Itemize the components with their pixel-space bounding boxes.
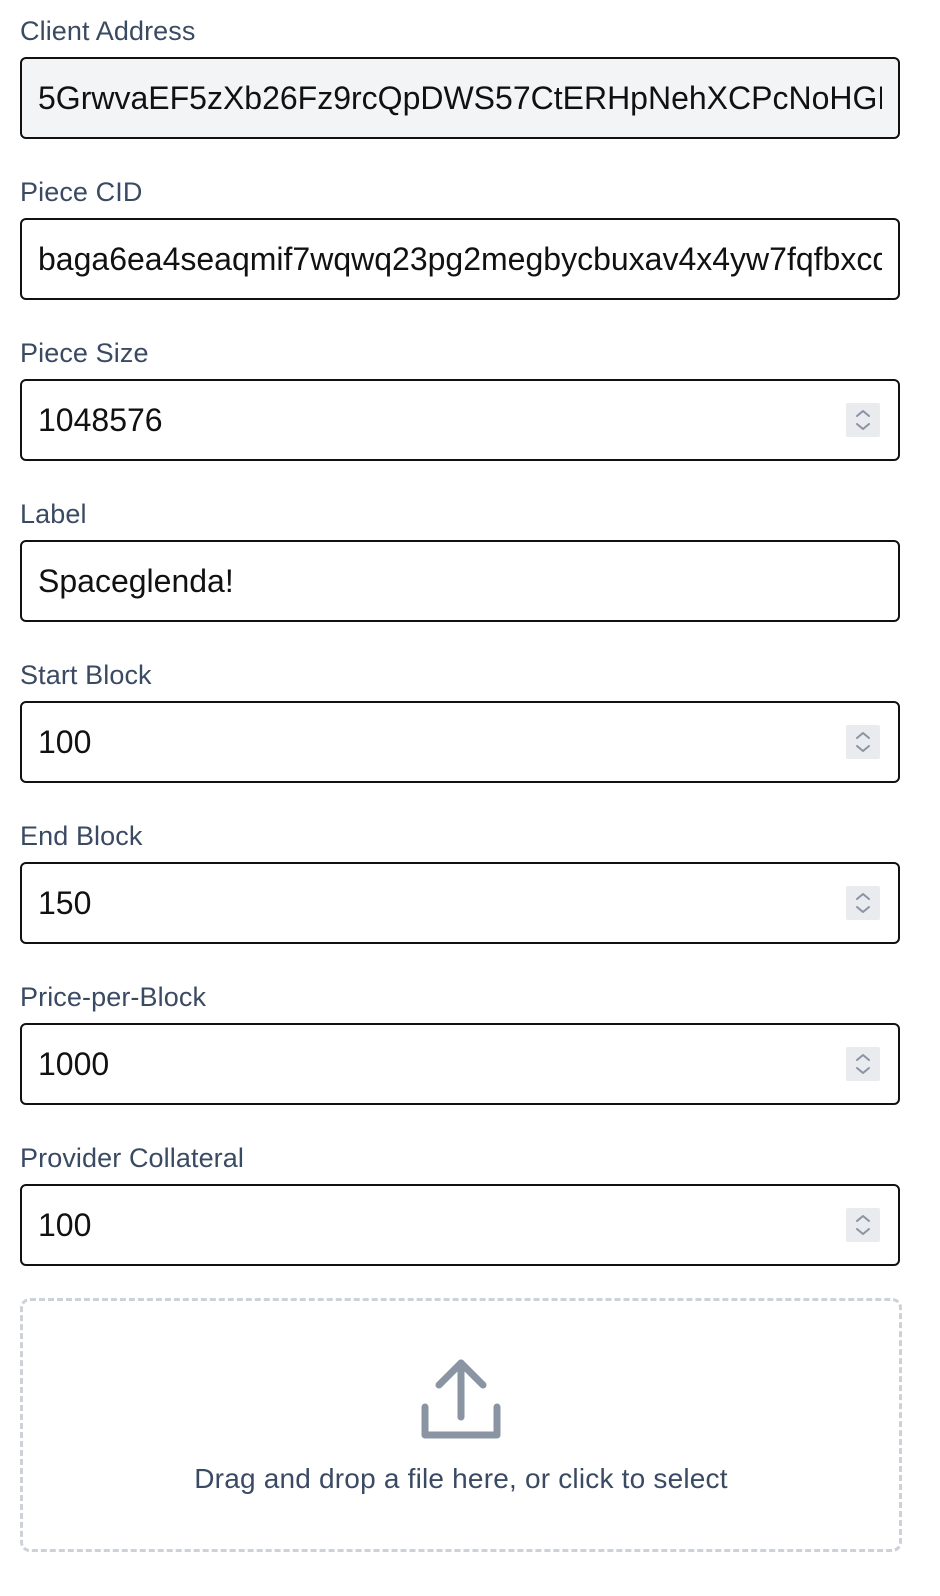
deal-form: Client Address Piece CID Piece Size Labe… xyxy=(0,0,940,1288)
file-dropzone[interactable]: Drag and drop a file here, or click to s… xyxy=(20,1298,902,1552)
chevron-up-down-icon xyxy=(856,1054,870,1074)
end-block-stepper[interactable] xyxy=(846,886,880,920)
client-address-label: Client Address xyxy=(20,16,196,46)
label-label: Label xyxy=(20,499,87,529)
client-address-box xyxy=(20,57,900,139)
chevron-up-down-icon xyxy=(856,410,870,430)
end-block-label: End Block xyxy=(20,821,143,851)
price-per-block-stepper[interactable] xyxy=(846,1047,880,1081)
chevron-up-down-icon xyxy=(856,732,870,752)
label-input[interactable] xyxy=(22,542,898,620)
provider-collateral-label: Provider Collateral xyxy=(20,1143,244,1173)
chevron-up-down-icon xyxy=(856,893,870,913)
provider-collateral-input[interactable] xyxy=(22,1186,898,1264)
piece-size-label: Piece Size xyxy=(20,338,149,368)
price-per-block-label: Price-per-Block xyxy=(20,982,207,1012)
piece-size-stepper[interactable] xyxy=(846,403,880,437)
client-address-input xyxy=(22,59,898,137)
label-box xyxy=(20,540,900,622)
upload-icon xyxy=(421,1359,501,1439)
start-block-stepper[interactable] xyxy=(846,725,880,759)
provider-collateral-stepper[interactable] xyxy=(846,1208,880,1242)
piece-size-input[interactable] xyxy=(22,381,898,459)
provider-collateral-box xyxy=(20,1184,900,1266)
provider-collateral-field: Provider Collateral xyxy=(20,1127,920,1288)
piece-size-box xyxy=(20,379,900,461)
chevron-up-down-icon xyxy=(856,1215,870,1235)
piece-cid-input[interactable] xyxy=(22,220,898,298)
end-block-field: End Block xyxy=(20,805,920,966)
dropzone-text: Drag and drop a file here, or click to s… xyxy=(194,1463,728,1494)
end-block-input[interactable] xyxy=(22,864,898,942)
client-address-field: Client Address xyxy=(20,0,920,161)
price-per-block-box xyxy=(20,1023,900,1105)
start-block-box xyxy=(20,701,900,783)
end-block-box xyxy=(20,862,900,944)
price-per-block-input[interactable] xyxy=(22,1025,898,1103)
piece-cid-box xyxy=(20,218,900,300)
piece-cid-field: Piece CID xyxy=(20,161,920,322)
start-block-input[interactable] xyxy=(22,703,898,781)
label-field: Label xyxy=(20,483,920,644)
start-block-field: Start Block xyxy=(20,644,920,805)
start-block-label: Start Block xyxy=(20,660,152,690)
piece-size-field: Piece Size xyxy=(20,322,920,483)
piece-cid-label: Piece CID xyxy=(20,177,143,207)
price-per-block-field: Price-per-Block xyxy=(20,966,920,1127)
